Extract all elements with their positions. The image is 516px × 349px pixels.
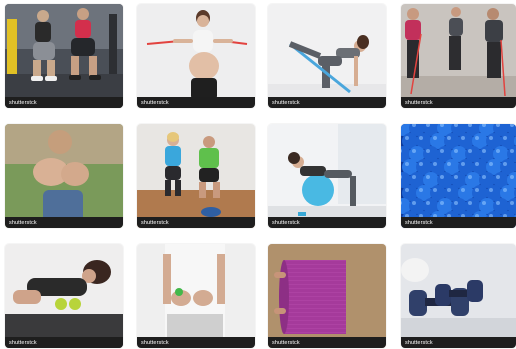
tile-purple-yoga-mat[interactable]: shutterstck <box>268 244 386 348</box>
watermark-label: shutterstck <box>272 99 300 106</box>
photo-fitness-ball <box>268 124 386 228</box>
photo-group-bands <box>401 4 516 108</box>
watermark-label: shutterstck <box>141 339 169 346</box>
photo-hands-outdoor <box>5 124 123 228</box>
watermark-label: shutterstck <box>405 219 433 226</box>
image-gallery-grid: shutterstck shutterstck shutterstck shut… <box>0 0 516 349</box>
watermark-label: shutterstck <box>272 219 300 226</box>
photo-pregnant-band <box>137 4 255 108</box>
photo-hands-ball <box>137 244 255 348</box>
photo-kneeling-band <box>268 4 386 108</box>
tile-pregnant-woman-resistance-band[interactable]: shutterstck <box>137 4 255 108</box>
watermark-bar: shutterstck <box>5 337 123 348</box>
watermark-label: shutterstck <box>9 99 37 106</box>
watermark-bar: shutterstck <box>137 217 255 228</box>
watermark-bar: shutterstck <box>268 97 386 108</box>
watermark-bar: shutterstck <box>401 337 516 348</box>
tile-woman-fitness-ball[interactable]: shutterstck <box>268 124 386 228</box>
watermark-label: shutterstck <box>9 219 37 226</box>
tile-blue-balls-pit[interactable]: shutterstck <box>401 124 516 228</box>
tile-hands-closeup-outdoors[interactable]: shutterstck <box>5 124 123 228</box>
watermark-bar: shutterstck <box>137 337 255 348</box>
watermark-bar: shutterstck <box>401 97 516 108</box>
tile-woman-kneeling-band-stretch[interactable]: shutterstck <box>268 4 386 108</box>
tile-blue-dumbbells[interactable]: shutterstck <box>401 244 516 348</box>
watermark-bar: shutterstck <box>268 217 386 228</box>
photo-massage-balls <box>5 244 123 348</box>
tile-hands-green-ball[interactable]: shutterstck <box>137 244 255 348</box>
watermark-bar: shutterstck <box>268 337 386 348</box>
watermark-label: shutterstck <box>405 99 433 106</box>
photo-dumbbells <box>401 244 516 348</box>
watermark-bar: shutterstck <box>401 217 516 228</box>
watermark-bar: shutterstck <box>5 97 123 108</box>
photo-gym-squats <box>5 4 123 108</box>
watermark-bar: shutterstck <box>5 217 123 228</box>
watermark-label: shutterstck <box>9 339 37 346</box>
tile-couple-squats-home[interactable]: shutterstck <box>137 124 255 228</box>
photo-couple-squat <box>137 124 255 228</box>
photo-blue-balls <box>401 124 516 228</box>
watermark-label: shutterstck <box>141 99 169 106</box>
watermark-label: shutterstck <box>272 339 300 346</box>
watermark-bar: shutterstck <box>137 97 255 108</box>
photo-yoga-mat <box>268 244 386 348</box>
tile-group-resistance-band-class[interactable]: shutterstck <box>401 4 516 108</box>
watermark-label: shutterstck <box>405 339 433 346</box>
tile-woman-massage-balls-mat[interactable]: shutterstck <box>5 244 123 348</box>
tile-gym-squats-group[interactable]: shutterstck <box>5 4 123 108</box>
watermark-label: shutterstck <box>141 219 169 226</box>
